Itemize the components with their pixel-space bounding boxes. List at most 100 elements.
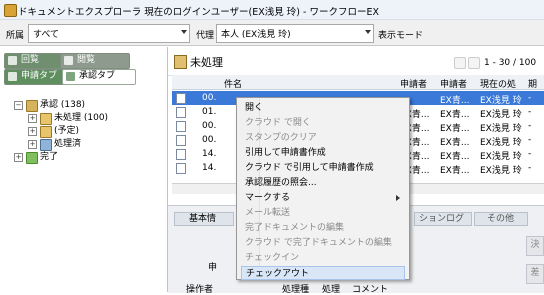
column-applicant-2[interactable]: 申請者 <box>440 77 467 90</box>
display-mode-label[interactable]: 表示モード <box>378 28 423 41</box>
scope-value: すべて <box>33 30 60 40</box>
app-icon <box>4 4 17 17</box>
proxy-value: 本人 (EX浅見 玲) <box>221 30 291 40</box>
tab-approve[interactable]: 承認タブ <box>62 69 136 85</box>
first-page-icon[interactable] <box>454 57 466 69</box>
menu-item-mail-forward[interactable]: メール転送 <box>241 206 405 220</box>
row-id: 14. <box>202 149 217 159</box>
scope-select[interactable]: すべて <box>28 24 190 43</box>
prev-page-icon[interactable] <box>468 57 480 69</box>
menu-item-label: 開く <box>245 103 264 113</box>
menu-item-label: 承認履歴の照会... <box>245 178 317 188</box>
window-title: ドキュメントエクスプローラ 現在のログインユーザー(EX浅見 玲) - ワークフ… <box>18 7 379 18</box>
expand-icon[interactable]: + <box>14 153 23 162</box>
expand-icon[interactable]: + <box>28 140 37 149</box>
document-icon <box>176 107 186 118</box>
col-action: 処理 <box>322 285 341 295</box>
column-current[interactable]: 現在の処 <box>480 77 516 90</box>
column-due[interactable]: 期 <box>528 77 537 90</box>
menu-item-clear-stamp[interactable]: スタンプのクリア <box>241 131 405 145</box>
menu-item-checkout[interactable]: チェックアウト <box>241 266 405 280</box>
tree-node-label: 完了 <box>40 152 59 162</box>
menu-item-approval-history[interactable]: 承認履歴の照会... <box>241 176 405 190</box>
tab-basic-info[interactable]: 基本情 <box>174 212 234 226</box>
row-id: 14. <box>202 163 217 173</box>
side-button-decide[interactable]: 決 <box>526 236 544 256</box>
tree-node-label: (予定) <box>54 126 80 136</box>
view-icon <box>64 56 73 65</box>
history-table-header: 操作者 処理種 処理 コメント <box>172 282 522 295</box>
chevron-down-icon <box>365 30 371 34</box>
menu-item-cloud-quote-create[interactable]: クラウド で引用して申請書作成 <box>241 161 405 175</box>
menu-item-edit-complete[interactable]: 完了ドキュメントの編集 <box>241 221 405 235</box>
row-due: - <box>528 135 532 145</box>
tree-node-label: 処理済 <box>54 139 82 149</box>
row-id: 00. <box>202 121 217 131</box>
menu-item-mark[interactable]: マークする <box>241 191 405 205</box>
folder-open-icon <box>174 55 187 69</box>
document-icon <box>176 93 186 104</box>
menu-item-label: クラウド で完了ドキュメントの編集 <box>245 238 392 248</box>
tree-node-label: 承認 (138) <box>40 100 86 110</box>
menu-item-label: 完了ドキュメントの編集 <box>245 223 345 233</box>
list-heading: 未処理 <box>190 56 223 69</box>
row-id: 00. <box>202 93 217 103</box>
row-due: - <box>528 121 532 131</box>
collapse-icon[interactable]: − <box>14 101 23 110</box>
tab-view-label: 閲覧 <box>77 55 96 65</box>
menu-item-label: スタンプのクリア <box>245 133 317 143</box>
row-id: 01. <box>202 107 217 117</box>
col-action-type: 処理種 <box>282 285 310 295</box>
column-header: 件名 申請者 申請者 現在の処 期 <box>172 75 544 90</box>
tab-approve-label: 承認タブ <box>79 71 116 81</box>
document-icon <box>176 121 186 132</box>
processed-icon <box>40 139 52 151</box>
menu-item-label: クラウド で引用して申請書作成 <box>245 163 374 173</box>
row-due: - <box>528 163 532 173</box>
menu-item-label: 引用して申請書作成 <box>245 148 326 158</box>
left-pane: 回覧 閲覧 申請タブ 承認タブ − 承認 (138) + 未処理 (100) +… <box>0 47 168 292</box>
tab-action-log[interactable]: ションログ <box>414 212 472 226</box>
col-comment: コメント <box>352 285 389 295</box>
complete-check-icon <box>26 152 38 164</box>
row-due: - <box>528 149 532 159</box>
tab-view[interactable]: 閲覧 <box>60 53 130 69</box>
approve-folder-icon <box>26 100 38 112</box>
chevron-down-icon <box>181 30 187 34</box>
context-menu: 開く クラウド で開く スタンプのクリア 引用して申請書作成 クラウド で引用し… <box>236 97 410 280</box>
filter-bar: 所属 すべて 代理 本人 (EX浅見 玲) 表示モード <box>0 20 544 46</box>
menu-item-label: マークする <box>245 193 291 203</box>
menu-item-label: クラウド で開く <box>245 118 311 128</box>
scope-label: 所属 <box>6 31 25 41</box>
menu-item-cloud-edit-complete[interactable]: クラウド で完了ドキュメントの編集 <box>241 236 405 250</box>
expand-icon[interactable]: + <box>28 114 37 123</box>
expand-icon[interactable]: + <box>28 127 37 136</box>
menu-item-open[interactable]: 開く <box>241 101 405 115</box>
folder-icon <box>40 113 52 125</box>
title-bar: ドキュメントエクスプローラ 現在のログインユーザー(EX浅見 玲) - ワークフ… <box>0 0 544 20</box>
circulate-icon <box>8 56 17 65</box>
proxy-select[interactable]: 本人 (EX浅見 玲) <box>216 24 374 43</box>
row-current: EX浅見 玲 <box>480 166 522 176</box>
menu-item-quote-create[interactable]: 引用して申請書作成 <box>241 146 405 160</box>
apply-icon <box>8 72 17 81</box>
column-subject[interactable]: 件名 <box>224 77 242 90</box>
list-header: 未処理 1 - 30 / 100 <box>168 47 544 76</box>
folder-icon <box>40 126 52 138</box>
tab-circulate-label: 回覧 <box>21 55 40 65</box>
menu-item-label: チェックアウト <box>246 269 310 279</box>
proxy-label: 代理 <box>196 31 215 41</box>
row-id: 00. <box>202 135 217 145</box>
document-icon <box>176 163 186 174</box>
menu-item-checkin[interactable]: チェックイン <box>241 251 405 265</box>
side-button-return[interactable]: 差 <box>526 264 544 284</box>
menu-item-label: メール転送 <box>245 208 291 218</box>
row-due: - <box>528 107 532 117</box>
col-operator: 操作者 <box>186 285 214 295</box>
tab-other[interactable]: その他 <box>474 212 528 226</box>
submenu-arrow-icon <box>396 195 400 201</box>
document-icon <box>176 149 186 160</box>
row-due: - <box>528 93 532 103</box>
menu-item-open-cloud[interactable]: クラウド で開く <box>241 116 405 130</box>
column-applicant-1[interactable]: 申請者 <box>400 77 427 90</box>
